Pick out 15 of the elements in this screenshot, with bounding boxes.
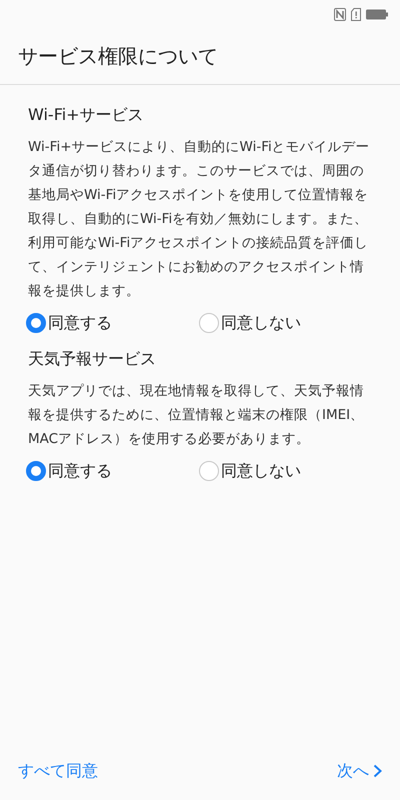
radio-option[interactable]: 同意しない xyxy=(199,311,372,335)
next-button[interactable]: 次へ xyxy=(337,759,382,783)
section-description: 天気アプリでは、現在地情報を取得して、天気予報情報を提供するために、位置情報と端末の権限（IMEI、MACアドレス）を使用する必要があります。 xyxy=(28,382,366,449)
radio-option[interactable]: 同意する xyxy=(26,311,199,335)
radio-option[interactable]: 同意しない xyxy=(199,459,372,483)
chevron-right-icon xyxy=(373,764,382,778)
sim-card-icon xyxy=(351,8,361,20)
section-heading: Wi-Fi+サービス xyxy=(28,104,145,126)
page-title: サービス権限について xyxy=(18,43,218,70)
battery-icon xyxy=(366,8,388,20)
section-heading: 天気予報サービス xyxy=(28,348,157,370)
radio-option[interactable]: 同意する xyxy=(26,459,199,483)
nfc-icon xyxy=(334,8,346,20)
section-description: Wi-Fi+サービスにより、自動的にWi-Fiとモバイルデータ通信が切り替わります。このサービスでは、周囲の基地局やWi-Fiアクセスポイントを使用して位置情報を取得し、自動的にWi-Fiを有効／無効にします。また、利用可能なWi-Fiアクセスポイントの接続品質を評価して、インテリジェントにお勧めのアクセスポイント情報を提供します。 xyxy=(28,138,371,301)
agree-all-button[interactable]: すべて同意 xyxy=(18,759,98,783)
